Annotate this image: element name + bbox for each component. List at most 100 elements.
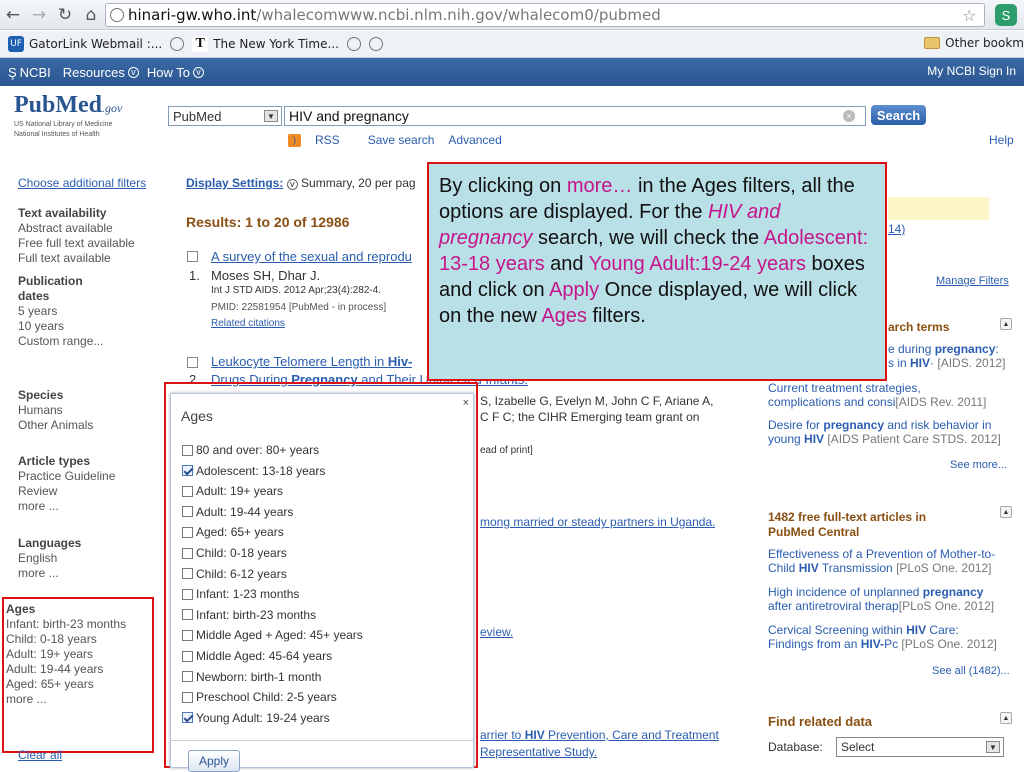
filter-item[interactable]: Custom range...: [18, 334, 103, 349]
filter-item[interactable]: Practice Guideline: [18, 469, 115, 484]
filter-item[interactable]: Other Animals: [18, 418, 93, 433]
results-hint[interactable]: 14): [888, 222, 905, 236]
pubmed-logo[interactable]: PubMed.gov US National Library of Medici…: [14, 92, 164, 152]
checkbox[interactable]: [182, 629, 193, 641]
help-link[interactable]: Help: [989, 133, 1014, 147]
pmc-article-link[interactable]: Effectiveness of a Prevention of Mother-…: [768, 547, 1018, 561]
bookmark-globe-3[interactable]: [368, 37, 383, 51]
filter-item[interactable]: Humans: [18, 403, 93, 418]
ages-option[interactable]: Adult: 19+ years: [182, 484, 283, 498]
collapse-icon[interactable]: ▲: [1000, 506, 1012, 518]
checkbox[interactable]: [182, 609, 193, 621]
bookmark-nytimes[interactable]: T The New York Time...: [192, 36, 339, 52]
filter-item[interactable]: 5 years: [18, 304, 103, 319]
choose-filters-link[interactable]: Choose additional filters: [18, 176, 146, 191]
database-select[interactable]: PubMed ▼: [168, 106, 282, 126]
extension-icon[interactable]: S: [995, 4, 1017, 26]
related-database-select[interactable]: Select ▼: [836, 737, 1004, 757]
checkbox[interactable]: [182, 547, 193, 559]
ages-option[interactable]: Child: 0-18 years: [182, 546, 287, 560]
ages-option[interactable]: Newborn: birth-1 month: [182, 670, 321, 684]
ages-option[interactable]: Adult: 19-44 years: [182, 505, 293, 519]
checkbox[interactable]: [182, 588, 193, 600]
pmc-article-link[interactable]: Child HIV Transmission [PLoS One. 2012]: [768, 561, 1018, 575]
page-info-icon[interactable]: [110, 8, 124, 22]
pmc-article-link[interactable]: Cervical Screening within HIV Care:: [768, 623, 1018, 637]
address-bar[interactable]: hinari-gw.who.int/whalecomwww.ncbi.nlm.n…: [105, 3, 985, 27]
my-ncbi-signin[interactable]: My NCBI Sign In: [927, 64, 1016, 78]
ages-option[interactable]: Child: 6-12 years: [182, 567, 287, 581]
checkbox[interactable]: [182, 485, 193, 497]
howto-menu[interactable]: How To v: [147, 65, 204, 80]
ages-option[interactable]: Young Adult: 19-24 years: [182, 711, 330, 725]
filter-item[interactable]: Full text available: [18, 251, 135, 266]
filter-item[interactable]: Free full text available: [18, 236, 135, 251]
bookmark-globe-1[interactable]: [170, 37, 185, 51]
reload-icon[interactable]: ↻: [52, 3, 78, 27]
related-citations-link[interactable]: Related citations: [211, 318, 285, 329]
see-all-link[interactable]: See all (1482)...: [932, 664, 1010, 678]
ages-option[interactable]: Preschool Child: 2-5 years: [182, 690, 337, 704]
result-5-title[interactable]: arrier to HIV Prevention, Care and Treat…: [480, 728, 719, 742]
other-bookmarks[interactable]: Other bookm: [924, 36, 1024, 50]
filter-item[interactable]: Abstract available: [18, 221, 135, 236]
term-link[interactable]: e during pregnancy:: [888, 342, 1016, 356]
clear-search-icon[interactable]: ×: [843, 110, 855, 122]
display-settings[interactable]: Display Settings: v Summary, 20 per pag: [186, 176, 416, 190]
bookmark-globe-2[interactable]: [346, 37, 361, 51]
close-icon[interactable]: ×: [463, 397, 469, 409]
filter-item[interactable]: more ...: [18, 499, 115, 514]
term-link[interactable]: Current treatment strategies,: [768, 381, 1018, 395]
collapse-icon[interactable]: ▲: [1000, 318, 1012, 330]
checkbox[interactable]: [182, 671, 193, 683]
search-button[interactable]: Search: [871, 105, 926, 125]
ages-option[interactable]: 80 and over: 80+ years: [182, 443, 319, 457]
ages-option[interactable]: Infant: 1-23 months: [182, 587, 299, 601]
result-2-checkbox[interactable]: [187, 355, 198, 369]
clear-all-link[interactable]: Clear all: [18, 748, 62, 763]
back-icon[interactable]: ←: [0, 3, 26, 27]
apply-button[interactable]: Apply: [188, 750, 240, 772]
result-3-title[interactable]: mong married or steady partners in Ugand…: [480, 515, 715, 529]
bookmark-gatorlink[interactable]: UF GatorLink Webmail :...: [8, 36, 162, 52]
filter-item[interactable]: more ...: [18, 566, 81, 581]
filter-item[interactable]: English: [18, 551, 81, 566]
pmc-article-link[interactable]: Findings from an HIV-Pc [PLoS One. 2012]: [768, 637, 1018, 651]
pmc-article-link[interactable]: after antiretroviral therap[PLoS One. 20…: [768, 599, 1018, 613]
checkbox[interactable]: [182, 568, 193, 580]
ages-option[interactable]: Middle Aged: 45-64 years: [182, 649, 332, 663]
checkbox[interactable]: [182, 506, 193, 518]
checkbox[interactable]: [182, 712, 193, 724]
filter-item[interactable]: 10 years: [18, 319, 103, 334]
result-5-title-line2[interactable]: Representative Study.: [480, 745, 597, 759]
pmc-article-link[interactable]: High incidence of unplanned pregnancy: [768, 585, 1018, 599]
ages-option[interactable]: Middle Aged + Aged: 45+ years: [182, 628, 363, 642]
advanced-link[interactable]: Advanced: [448, 133, 501, 147]
ncbi-brand[interactable]: Ş NCBI: [8, 65, 51, 80]
save-search-link[interactable]: Save search: [368, 133, 435, 147]
term-link[interactable]: complications and consi[AIDS Rev. 2011]: [768, 395, 1018, 409]
search-input[interactable]: HIV and pregnancy: [284, 106, 866, 126]
home-icon[interactable]: ⌂: [78, 3, 104, 27]
see-more-link[interactable]: See more...: [950, 458, 1007, 472]
result-4-title[interactable]: eview.: [480, 625, 513, 639]
checkbox[interactable]: [182, 650, 193, 662]
term-link[interactable]: young HIV [AIDS Patient Care STDS. 2012]: [768, 432, 1018, 446]
ages-option[interactable]: Adolescent: 13-18 years: [182, 464, 325, 478]
checkbox[interactable]: [182, 526, 193, 538]
result-2-title[interactable]: Leukocyte Telomere Length in Hiv-: [211, 354, 412, 369]
term-link[interactable]: Desire for pregnancy and risk behavior i…: [768, 418, 1018, 432]
result-1-title[interactable]: A survey of the sexual and reprodu: [211, 249, 412, 264]
filter-item[interactable]: Review: [18, 484, 115, 499]
collapse-icon[interactable]: ▲: [1000, 712, 1012, 724]
result-1-checkbox[interactable]: [187, 249, 198, 263]
resources-menu[interactable]: Resources v: [63, 65, 139, 80]
bookmark-star-icon[interactable]: ☆: [962, 6, 976, 26]
rss-link[interactable]: ) RSS: [288, 133, 354, 148]
ages-option[interactable]: Aged: 65+ years: [182, 525, 284, 539]
ages-option[interactable]: Infant: birth-23 months: [182, 608, 316, 622]
checkbox[interactable]: [182, 444, 193, 456]
checkbox[interactable]: [182, 691, 193, 703]
manage-filters-link[interactable]: Manage Filters: [936, 274, 1009, 288]
checkbox[interactable]: [182, 465, 193, 477]
